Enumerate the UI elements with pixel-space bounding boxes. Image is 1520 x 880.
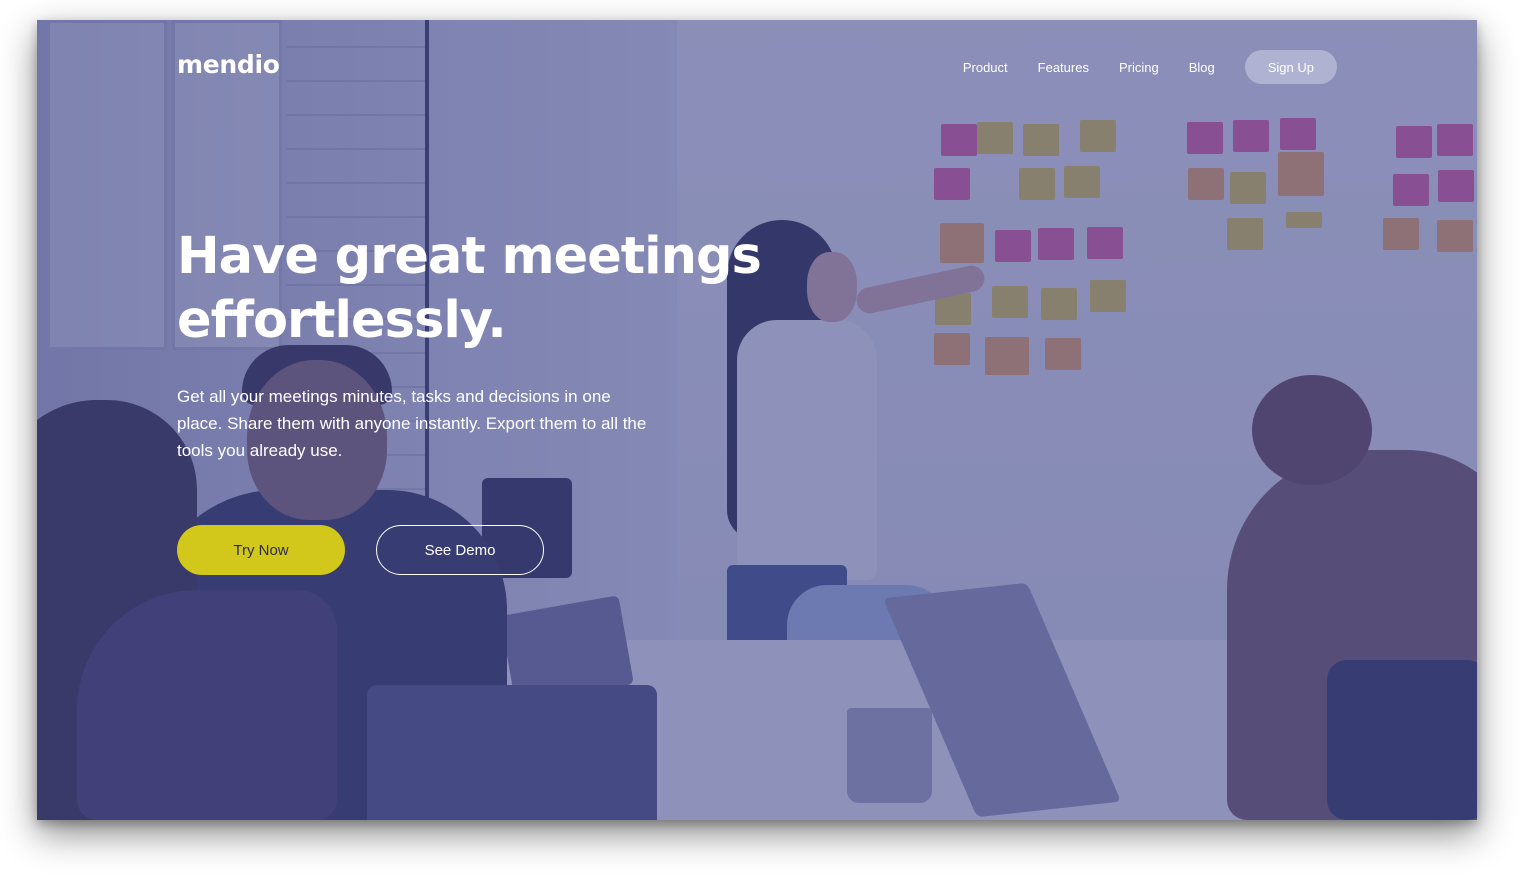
nav-link-product[interactable]: Product	[963, 60, 1008, 75]
nav-links: Product Features Pricing Blog Sign Up	[963, 50, 1337, 84]
hero-headline: Have great meetings effortlessly.	[177, 227, 762, 350]
hero-subtext: Get all your meetings minutes, tasks and…	[177, 387, 647, 460]
nav-link-blog[interactable]: Blog	[1189, 60, 1215, 75]
nav-link-pricing[interactable]: Pricing	[1119, 60, 1159, 75]
landing-page: mendio Product Features Pricing Blog Sig…	[37, 20, 1477, 820]
nav-link-features[interactable]: Features	[1038, 60, 1089, 75]
hero-section: Have great meetings effortlessly. Get al…	[177, 225, 797, 575]
brand-logo[interactable]: mendio	[177, 50, 280, 79]
top-navigation: mendio Product Features Pricing Blog Sig…	[37, 20, 1477, 120]
try-now-button[interactable]: Try Now	[177, 525, 345, 575]
see-demo-button[interactable]: See Demo	[376, 525, 544, 575]
cta-group: Try Now See Demo	[177, 525, 544, 575]
sign-up-button[interactable]: Sign Up	[1244, 50, 1337, 84]
